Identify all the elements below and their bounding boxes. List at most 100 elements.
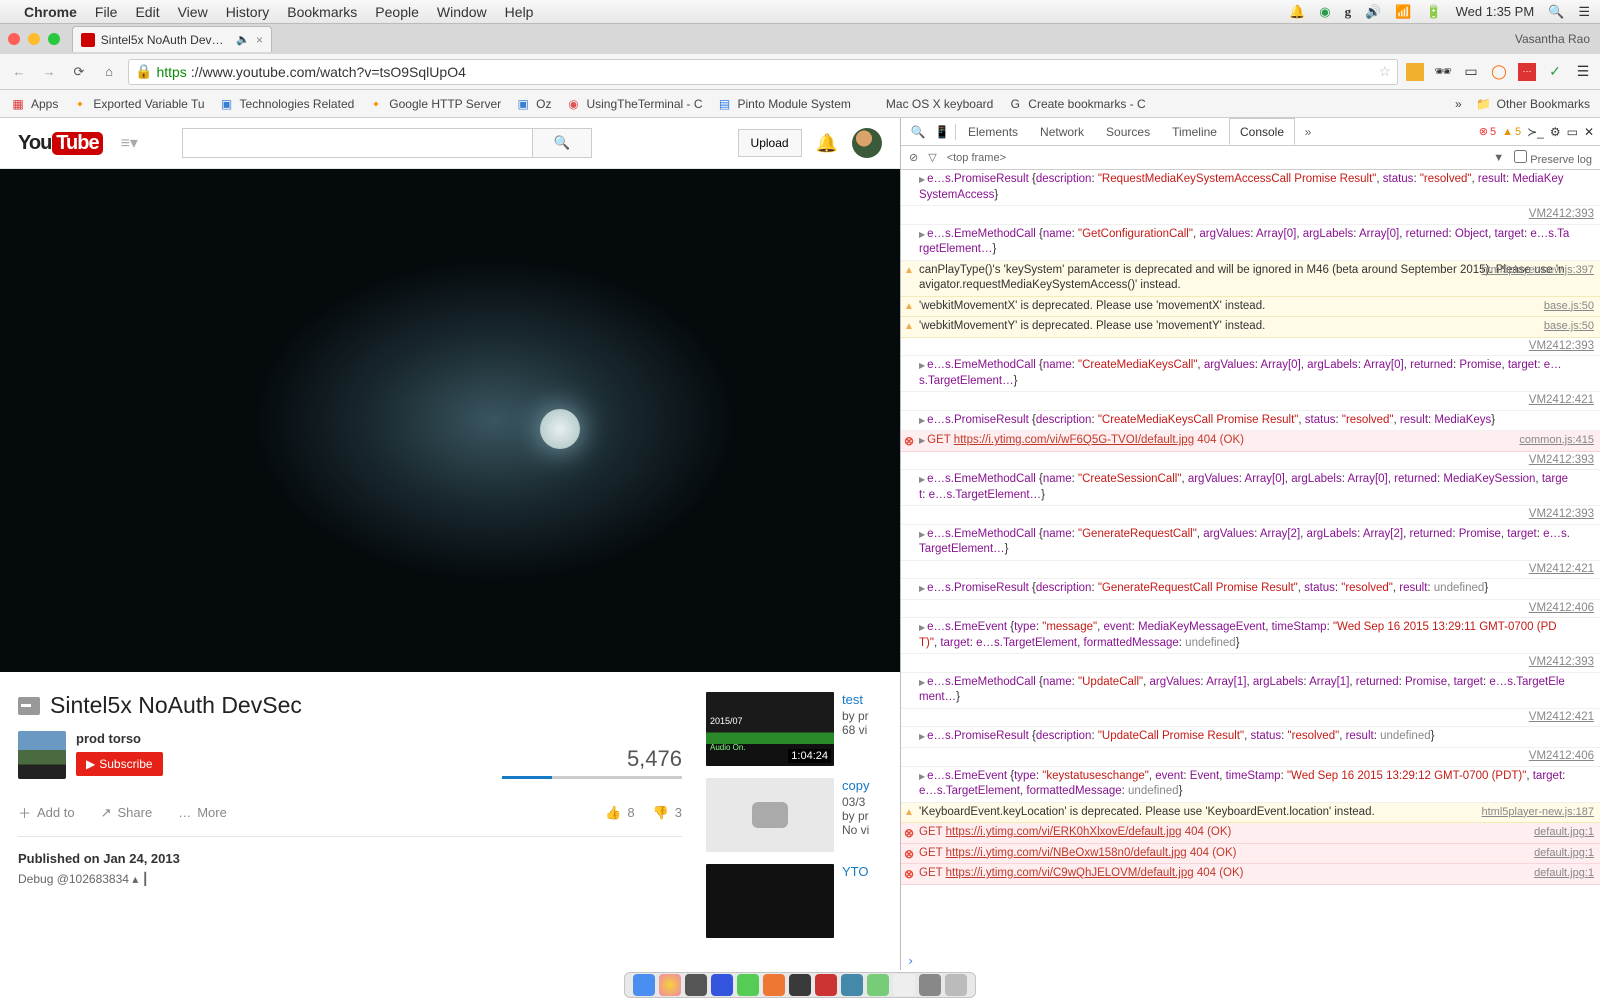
dock-app-icon[interactable] <box>685 974 707 996</box>
console-output[interactable]: e…s.PromiseResult {description: "Request… <box>901 170 1600 952</box>
dock-app-icon[interactable] <box>919 974 941 996</box>
bookmark-item[interactable]: ▤Pinto Module System <box>717 96 851 112</box>
google-icon[interactable]: g <box>1345 4 1352 20</box>
dock-app-icon[interactable] <box>659 974 681 996</box>
ext-icon[interactable]: 🕶 <box>1434 63 1452 81</box>
menu-window[interactable]: Window <box>437 4 487 20</box>
dislike-button[interactable]: 👎 3 <box>653 805 682 821</box>
console-err-line[interactable]: GET https://i.ytimg.com/vi/ERK0hXlxovE/d… <box>901 823 1600 844</box>
drawer-icon[interactable]: ≻_ <box>1527 125 1544 139</box>
menubar-appname[interactable]: Chrome <box>24 4 77 20</box>
search-input[interactable] <box>182 128 532 158</box>
console-log-line[interactable]: e…s.EmeEvent {type: "message", event: Me… <box>901 618 1600 654</box>
console-log-line[interactable]: e…s.EmeMethodCall {name: "CreateSessionC… <box>901 470 1600 506</box>
console-srconly-line[interactable]: VM2412:421 <box>901 709 1600 728</box>
error-count[interactable]: ⊗5 <box>1479 125 1496 138</box>
user-avatar[interactable] <box>852 128 882 158</box>
debug-info[interactable]: Debug @102683834 ▴ ┃ <box>18 872 682 886</box>
suggestion-item[interactable]: YTO <box>706 864 894 938</box>
bookmark-item[interactable]: ▣Oz <box>515 96 551 112</box>
channel-avatar[interactable] <box>18 731 66 779</box>
dock-app-icon[interactable] <box>789 974 811 996</box>
subscribe-button[interactable]: ▶ Subscribe <box>76 752 163 776</box>
apps-shortcut[interactable]: ▦Apps <box>10 96 58 112</box>
dock-app-icon[interactable] <box>763 974 785 996</box>
menu-people[interactable]: People <box>375 4 419 20</box>
menu-bookmarks[interactable]: Bookmarks <box>287 4 357 20</box>
close-window[interactable] <box>8 33 20 45</box>
other-bookmarks[interactable]: 📁Other Bookmarks <box>1476 96 1590 112</box>
menu-file[interactable]: File <box>95 4 118 20</box>
add-to-button[interactable]: ＋ Add to <box>18 803 75 822</box>
notifications-icon[interactable]: 🔔 <box>816 133 838 154</box>
chrome-profile[interactable]: Vasantha Rao <box>1515 32 1590 46</box>
ext-icon[interactable]: ◯ <box>1490 63 1508 81</box>
devtools-tab-sources[interactable]: Sources <box>1096 118 1160 145</box>
inspect-icon[interactable]: 🔍 <box>907 125 929 139</box>
console-log-line[interactable]: e…s.EmeMethodCall {name: "GetConfigurati… <box>901 225 1600 261</box>
console-srconly-line[interactable]: VM2412:393 <box>901 654 1600 673</box>
video-player[interactable] <box>0 169 900 672</box>
frame-dropdown-icon[interactable]: ▼ <box>1493 152 1504 164</box>
settings-icon[interactable]: ⚙ <box>1550 125 1561 139</box>
console-log-line[interactable]: e…s.EmeEvent {type: "keystatuseschange",… <box>901 767 1600 803</box>
share-button[interactable]: ↗ Share <box>101 805 153 821</box>
guide-icon[interactable]: ≡▾ <box>121 133 138 153</box>
preserve-log-checkbox[interactable]: Preserve log <box>1514 150 1592 166</box>
battery-icon[interactable]: 🔋 <box>1425 4 1441 20</box>
dock-app-icon[interactable] <box>841 974 863 996</box>
back-button[interactable]: ← <box>8 61 30 83</box>
console-warn-line[interactable]: 'webkitMovementX' is deprecated. Please … <box>901 297 1600 318</box>
channel-name[interactable]: prod torso <box>76 731 163 746</box>
cast-icon[interactable]: ▭ <box>1462 63 1480 81</box>
console-log-line[interactable]: e…s.PromiseResult {description: "UpdateC… <box>901 727 1600 748</box>
console-srconly-line[interactable]: VM2412:421 <box>901 392 1600 411</box>
console-log-line[interactable]: e…s.EmeMethodCall {name: "CreateMediaKey… <box>901 356 1600 392</box>
devtools-tab-elements[interactable]: Elements <box>958 118 1028 145</box>
clear-console-icon[interactable]: ⊘ <box>909 151 918 164</box>
console-log-line[interactable]: e…s.PromiseResult {description: "Request… <box>901 170 1600 206</box>
bookmark-item[interactable]: GCreate bookmarks - C <box>1007 96 1145 112</box>
home-button[interactable]: ⌂ <box>98 61 120 83</box>
warning-count[interactable]: ▲5 <box>1502 126 1521 138</box>
console-srconly-line[interactable]: VM2412:421 <box>901 561 1600 580</box>
device-icon[interactable]: 📱 <box>931 125 953 139</box>
upload-button[interactable]: Upload <box>738 129 802 157</box>
bookmark-item[interactable]: ▣Technologies Related <box>219 96 355 112</box>
console-srconly-line[interactable]: VM2412:406 <box>901 600 1600 619</box>
reload-button[interactable]: ⟳ <box>68 61 90 83</box>
dock-icon[interactable]: ▭ <box>1567 125 1578 139</box>
menu-history[interactable]: History <box>226 4 270 20</box>
wifi-icon[interactable]: 📶 <box>1395 4 1411 20</box>
minimize-window[interactable] <box>28 33 40 45</box>
dock-app-icon[interactable] <box>633 974 655 996</box>
devtools-close-icon[interactable]: ✕ <box>1584 125 1594 139</box>
tab-close-icon[interactable]: × <box>256 33 263 47</box>
app-icon[interactable]: ◉ <box>1319 4 1330 20</box>
dock-app-icon[interactable] <box>737 974 759 996</box>
dock-app-icon[interactable] <box>893 974 915 996</box>
console-warn-line[interactable]: 'KeyboardEvent.keyLocation' is deprecate… <box>901 803 1600 824</box>
address-bar[interactable]: 🔒 https://www.youtube.com/watch?v=tsO9Sq… <box>128 59 1398 85</box>
devtools-tab-timeline[interactable]: Timeline <box>1162 118 1227 145</box>
devtools-tab-network[interactable]: Network <box>1030 118 1094 145</box>
ext-icon[interactable]: ⋯ <box>1518 63 1536 81</box>
dock-app-icon[interactable] <box>711 974 733 996</box>
console-warn-line[interactable]: canPlayType()'s 'keySystem' parameter is… <box>901 261 1600 297</box>
dock-app-icon[interactable] <box>867 974 889 996</box>
bookmark-item[interactable]: 🔸Google HTTP Server <box>368 96 501 112</box>
volume-icon[interactable]: 🔊 <box>1365 4 1381 20</box>
suggestion-item[interactable]: 2015/07 Audio On. 1:04:24 testby pr68 vi <box>706 692 894 766</box>
ext-icon[interactable]: ✓ <box>1546 63 1564 81</box>
console-log-line[interactable]: e…s.PromiseResult {description: "Generat… <box>901 579 1600 600</box>
bookmarks-overflow[interactable]: » <box>1455 97 1462 111</box>
console-err-line[interactable]: GET https://i.ytimg.com/vi/NBeOxw158n0/d… <box>901 844 1600 865</box>
more-button[interactable]: … More <box>178 805 227 820</box>
notification-icon[interactable]: 🔔 <box>1289 4 1305 20</box>
maximize-window[interactable] <box>48 33 60 45</box>
youtube-logo[interactable]: YouTube <box>18 132 103 155</box>
menu-edit[interactable]: Edit <box>135 4 159 20</box>
console-prompt[interactable]: › <box>901 952 1600 970</box>
dock-app-icon[interactable] <box>815 974 837 996</box>
console-srconly-line[interactable]: VM2412:393 <box>901 206 1600 225</box>
